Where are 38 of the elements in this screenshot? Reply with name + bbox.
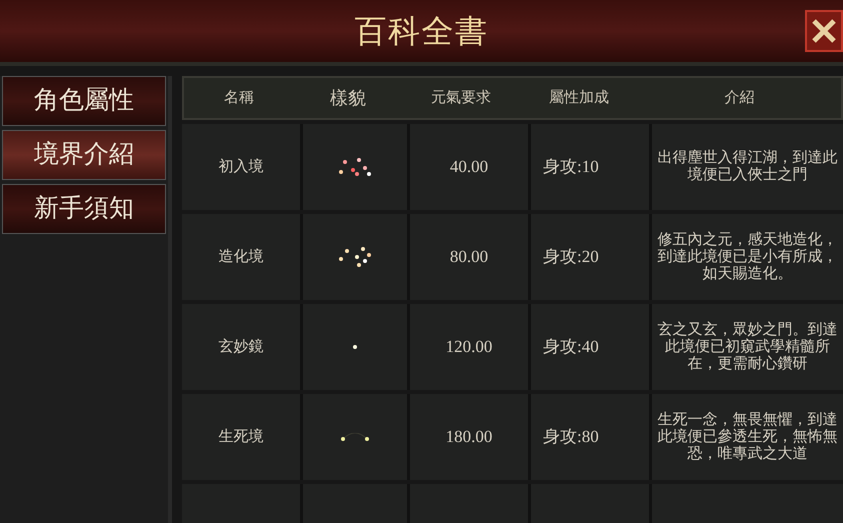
sidebar-tab[interactable]: 新手須知	[2, 184, 166, 234]
table-cell: 身攻:80	[531, 394, 649, 480]
description-line: 境便已入俠士之門	[688, 167, 808, 184]
table-cell: 身攻:40	[531, 304, 649, 390]
window-title: 百科全書	[354, 12, 489, 51]
description-line: 生死一念，無畏無懼，到達	[658, 412, 838, 428]
sparkle-icon	[339, 247, 371, 267]
table-cell: 玄妙鏡	[182, 304, 300, 390]
description-line: 到達此境便已是小有所成，	[658, 248, 838, 266]
sparkle-icon	[353, 345, 357, 349]
sparkle-icon	[339, 158, 371, 176]
close-icon	[811, 18, 837, 44]
sidebar-tab[interactable]: 境界介紹	[2, 130, 166, 180]
sidebar-tab[interactable]: 角色屬性	[2, 76, 166, 126]
sparkle-icon	[341, 433, 369, 441]
description-line: 在，更需耐心鑽研	[688, 356, 808, 372]
description-line: 出得塵世入得江湖，到達此	[658, 150, 838, 166]
table-cell: 生死境	[182, 394, 300, 480]
description-line: 此境便已參透生死，無怖無	[658, 428, 838, 445]
table-cell: 80.00	[410, 214, 528, 300]
table-cell: 身攻:10	[531, 124, 649, 210]
close-button[interactable]	[805, 10, 843, 52]
table-cell: 180.00	[410, 394, 528, 480]
column-header: 元氣要求	[430, 88, 492, 108]
table-cell: 造化境	[182, 214, 300, 300]
description-line: 修五內之元，感天地造化，	[658, 232, 838, 248]
table-cell: 初入境	[182, 124, 300, 210]
description-line: 此境便已初窺武學精髓所	[665, 338, 830, 355]
description-line: 恐，唯專武之大道	[688, 446, 808, 462]
table-cell: 120.00	[410, 304, 528, 390]
description-line: 如天賜造化。	[702, 266, 792, 282]
column-header: 名稱	[223, 88, 255, 108]
column-header: 樣貌	[329, 86, 367, 110]
description-line: 玄之又玄，眾妙之門。到達	[658, 322, 838, 338]
table-cell: 40.00	[410, 124, 528, 210]
column-header: 介紹	[724, 88, 756, 108]
column-header: 屬性加成	[548, 88, 610, 108]
table-cell: 身攻:20	[531, 214, 649, 300]
